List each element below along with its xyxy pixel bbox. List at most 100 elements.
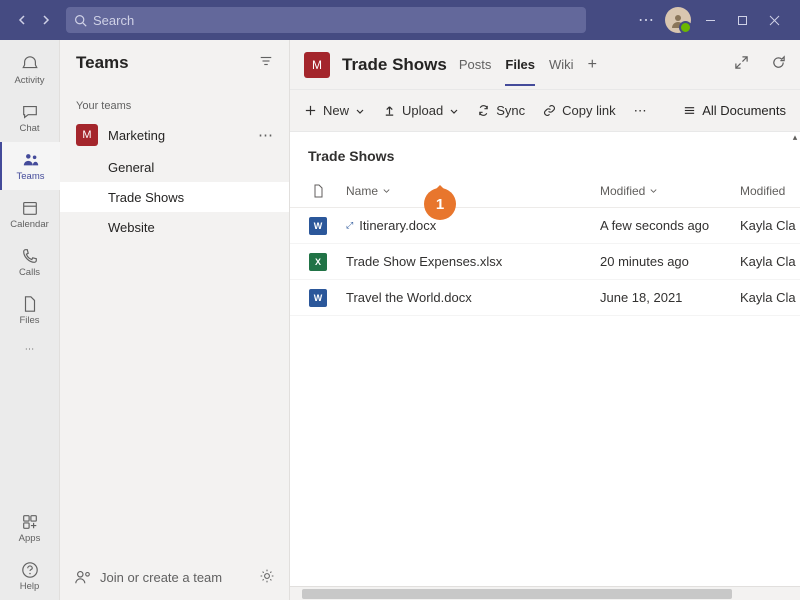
new-label: New: [323, 103, 349, 118]
new-indicator-icon: ⤢: [346, 220, 353, 231]
channel-general[interactable]: General: [60, 152, 289, 182]
col-by-label: Modified: [740, 184, 785, 198]
upload-label: Upload: [402, 103, 443, 118]
rail-help[interactable]: Help: [0, 552, 60, 600]
panel-title: Teams: [76, 53, 129, 73]
chevron-down-icon: [382, 186, 391, 195]
word-icon: W: [309, 217, 327, 235]
expand-icon[interactable]: [734, 55, 749, 75]
rail-calls-label: Calls: [19, 267, 40, 278]
file-name: Trade Show Expenses.xlsx: [346, 254, 502, 269]
channel-header: M Trade Shows Posts Files Wiki +: [290, 40, 800, 90]
titlebar: Search ⋯: [0, 0, 800, 40]
col-name-label: Name: [346, 184, 378, 198]
col-modified[interactable]: Modified: [600, 184, 740, 198]
refresh-icon[interactable]: [771, 55, 786, 75]
file-by: Kayla Cla: [740, 218, 800, 233]
minimize-button[interactable]: [694, 4, 726, 36]
scrollbar-thumb[interactable]: [302, 589, 732, 599]
file-by: Kayla Cla: [740, 290, 800, 305]
rail-help-label: Help: [20, 581, 40, 592]
copylink-label: Copy link: [562, 103, 615, 118]
file-area: ▴ Trade Shows Name Modified Modified W ⤢…: [290, 132, 800, 586]
search-icon: [74, 14, 87, 27]
rail-files[interactable]: Files: [0, 286, 60, 334]
command-bar: New Upload Sync Copy link ⋯ All Document…: [290, 90, 800, 132]
col-mod-label: Modified: [600, 184, 645, 198]
rail-apps[interactable]: Apps: [0, 504, 60, 552]
filter-icon[interactable]: [259, 53, 273, 73]
nav-forward-button[interactable]: [36, 10, 56, 30]
column-headers: Name Modified Modified: [290, 174, 800, 208]
file-by: Kayla Cla: [740, 254, 800, 269]
team-more-icon[interactable]: ⋯: [258, 126, 273, 144]
excel-icon: X: [309, 253, 327, 271]
file-modified: 20 minutes ago: [600, 254, 740, 269]
rail-calendar[interactable]: Calendar: [0, 190, 60, 238]
channel-label: Trade Shows: [108, 190, 184, 205]
all-documents-view[interactable]: All Documents: [683, 103, 786, 118]
file-name: Itinerary.docx: [359, 218, 436, 233]
join-create-team[interactable]: Join or create a team: [74, 568, 222, 586]
rail-apps-label: Apps: [19, 533, 41, 544]
scroll-up-icon[interactable]: ▴: [790, 132, 800, 142]
word-icon: W: [309, 289, 327, 307]
chevron-down-icon: [449, 106, 459, 116]
channel-website[interactable]: Website: [60, 212, 289, 242]
maximize-button[interactable]: [726, 4, 758, 36]
file-icon: [311, 184, 325, 198]
tab-posts[interactable]: Posts: [459, 43, 492, 86]
horizontal-scrollbar[interactable]: [290, 586, 800, 600]
rail-chat-label: Chat: [19, 123, 39, 134]
search-placeholder: Search: [93, 13, 134, 28]
app-rail: Activity Chat Teams Calendar Calls Files…: [0, 40, 60, 600]
callout-badge: 1: [424, 188, 456, 220]
avatar[interactable]: [662, 4, 694, 36]
search-input[interactable]: Search: [66, 7, 586, 33]
col-name[interactable]: Name: [346, 184, 600, 198]
nav-back-button[interactable]: [12, 10, 32, 30]
tab-files[interactable]: Files: [505, 43, 535, 86]
chevron-down-icon: [649, 186, 658, 195]
join-label: Join or create a team: [100, 570, 222, 585]
tab-wiki[interactable]: Wiki: [549, 43, 574, 86]
add-tab-button[interactable]: +: [588, 56, 597, 74]
settings-icon[interactable]: [259, 568, 275, 587]
main-area: M Trade Shows Posts Files Wiki + New Upl…: [290, 40, 800, 600]
rail-more[interactable]: ⋯: [0, 334, 60, 364]
team-name: Marketing: [108, 128, 258, 143]
team-icon: M: [76, 124, 98, 146]
upload-button[interactable]: Upload: [383, 103, 459, 118]
sync-label: Sync: [496, 103, 525, 118]
chevron-down-icon: [355, 106, 365, 116]
file-row[interactable]: X Trade Show Expenses.xlsx 20 minutes ag…: [290, 244, 800, 280]
rail-teams[interactable]: Teams: [0, 142, 60, 190]
rail-chat[interactable]: Chat: [0, 94, 60, 142]
rail-calls[interactable]: Calls: [0, 238, 60, 286]
copy-link-button[interactable]: Copy link: [543, 103, 615, 118]
channel-icon: M: [304, 52, 330, 78]
alldocs-label: All Documents: [702, 103, 786, 118]
col-modified-by[interactable]: Modified: [740, 184, 800, 198]
people-add-icon: [74, 568, 92, 586]
team-row-marketing[interactable]: M Marketing ⋯: [60, 118, 289, 152]
rail-calendar-label: Calendar: [10, 219, 49, 230]
file-row[interactable]: W Travel the World.docx June 18, 2021 Ka…: [290, 280, 800, 316]
file-row[interactable]: W ⤢ Itinerary.docx A few seconds ago Kayl…: [290, 208, 800, 244]
more-icon[interactable]: ⋯: [630, 4, 662, 36]
new-button[interactable]: New: [304, 103, 365, 118]
close-button[interactable]: [758, 4, 790, 36]
breadcrumb[interactable]: Trade Shows: [290, 132, 800, 174]
rail-activity-label: Activity: [14, 75, 44, 86]
more-commands[interactable]: ⋯: [634, 103, 647, 119]
channel-label: General: [108, 160, 154, 175]
file-modified: A few seconds ago: [600, 218, 740, 233]
channel-title: Trade Shows: [342, 55, 447, 75]
channel-label: Website: [108, 220, 155, 235]
rail-activity[interactable]: Activity: [0, 46, 60, 94]
rail-files-label: Files: [19, 315, 39, 326]
channel-trade-shows[interactable]: Trade Shows: [60, 182, 289, 212]
file-name: Travel the World.docx: [346, 290, 472, 305]
sync-button[interactable]: Sync: [477, 103, 525, 118]
rail-teams-label: Teams: [17, 171, 45, 182]
